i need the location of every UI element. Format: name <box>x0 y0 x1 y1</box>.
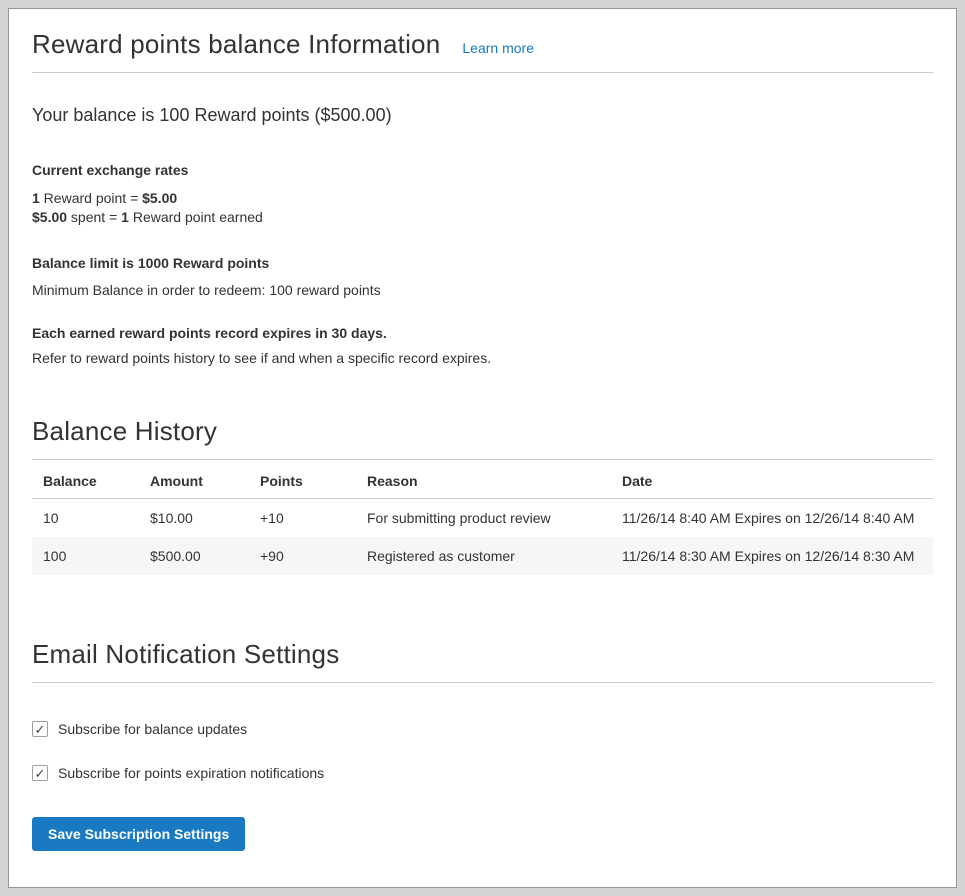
cell-reason: Registered as customer <box>356 537 611 575</box>
table-row: 10 $10.00 +10 For submitting product rev… <box>32 499 933 538</box>
exchange-rates: 1 Reward point = $5.00 $5.00 spent = 1 R… <box>32 189 933 227</box>
rate-spend-text1: spent = <box>67 209 121 225</box>
minimum-balance-note: Minimum Balance in order to redeem: 100 … <box>32 282 933 298</box>
page-title: Reward points balance Information <box>32 29 440 60</box>
balance-history-heading: Balance History <box>32 416 933 447</box>
rate-spend-money: $5.00 <box>32 209 67 225</box>
balance-updates-checkbox[interactable] <box>32 721 48 737</box>
cell-date: 11/26/14 8:40 AM Expires on 12/26/14 8:4… <box>611 499 933 538</box>
expiry-note: Refer to reward points history to see if… <box>32 350 933 366</box>
cell-date: 11/26/14 8:30 AM Expires on 12/26/14 8:3… <box>611 537 933 575</box>
learn-more-link[interactable]: Learn more <box>462 40 534 56</box>
cell-balance: 10 <box>32 499 139 538</box>
col-header-amount: Amount <box>139 460 249 499</box>
balance-summary: Your balance is 100 Reward points ($500.… <box>32 105 933 126</box>
col-header-points: Points <box>249 460 356 499</box>
balance-limit-heading: Balance limit is 1000 Reward points <box>32 255 933 271</box>
header-divider <box>32 72 933 73</box>
cell-balance: 100 <box>32 537 139 575</box>
col-header-balance: Balance <box>32 460 139 499</box>
rate-earn-points: 1 <box>32 190 40 206</box>
exchange-rates-heading: Current exchange rates <box>32 162 933 178</box>
email-settings-heading: Email Notification Settings <box>32 639 933 670</box>
save-subscription-settings-button[interactable]: Save Subscription Settings <box>32 817 245 851</box>
rate-earn-text: Reward point = <box>40 190 142 206</box>
table-row: 100 $500.00 +90 Registered as customer 1… <box>32 537 933 575</box>
points-expiration-label: Subscribe for points expiration notifica… <box>58 765 324 781</box>
points-expiration-option: Subscribe for points expiration notifica… <box>32 765 933 781</box>
cell-amount: $500.00 <box>139 537 249 575</box>
cell-amount: $10.00 <box>139 499 249 538</box>
page-header: Reward points balance Information Learn … <box>32 29 933 60</box>
col-header-date: Date <box>611 460 933 499</box>
rate-earn-line: 1 Reward point = $5.00 <box>32 189 933 208</box>
rate-spend-points: 1 <box>121 209 129 225</box>
email-settings-divider <box>32 682 933 683</box>
reward-points-card: Reward points balance Information Learn … <box>8 8 957 888</box>
balance-history-table: Balance Amount Points Reason Date 10 $10… <box>32 460 933 575</box>
balance-updates-option: Subscribe for balance updates <box>32 721 933 737</box>
rate-spend-text2: Reward point earned <box>129 209 263 225</box>
expiry-heading: Each earned reward points record expires… <box>32 325 933 341</box>
cell-points: +10 <box>249 499 356 538</box>
col-header-reason: Reason <box>356 460 611 499</box>
rate-earn-money: $5.00 <box>142 190 177 206</box>
balance-updates-label: Subscribe for balance updates <box>58 721 247 737</box>
rate-spend-line: $5.00 spent = 1 Reward point earned <box>32 208 933 227</box>
table-header-row: Balance Amount Points Reason Date <box>32 460 933 499</box>
cell-points: +90 <box>249 537 356 575</box>
points-expiration-checkbox[interactable] <box>32 765 48 781</box>
cell-reason: For submitting product review <box>356 499 611 538</box>
